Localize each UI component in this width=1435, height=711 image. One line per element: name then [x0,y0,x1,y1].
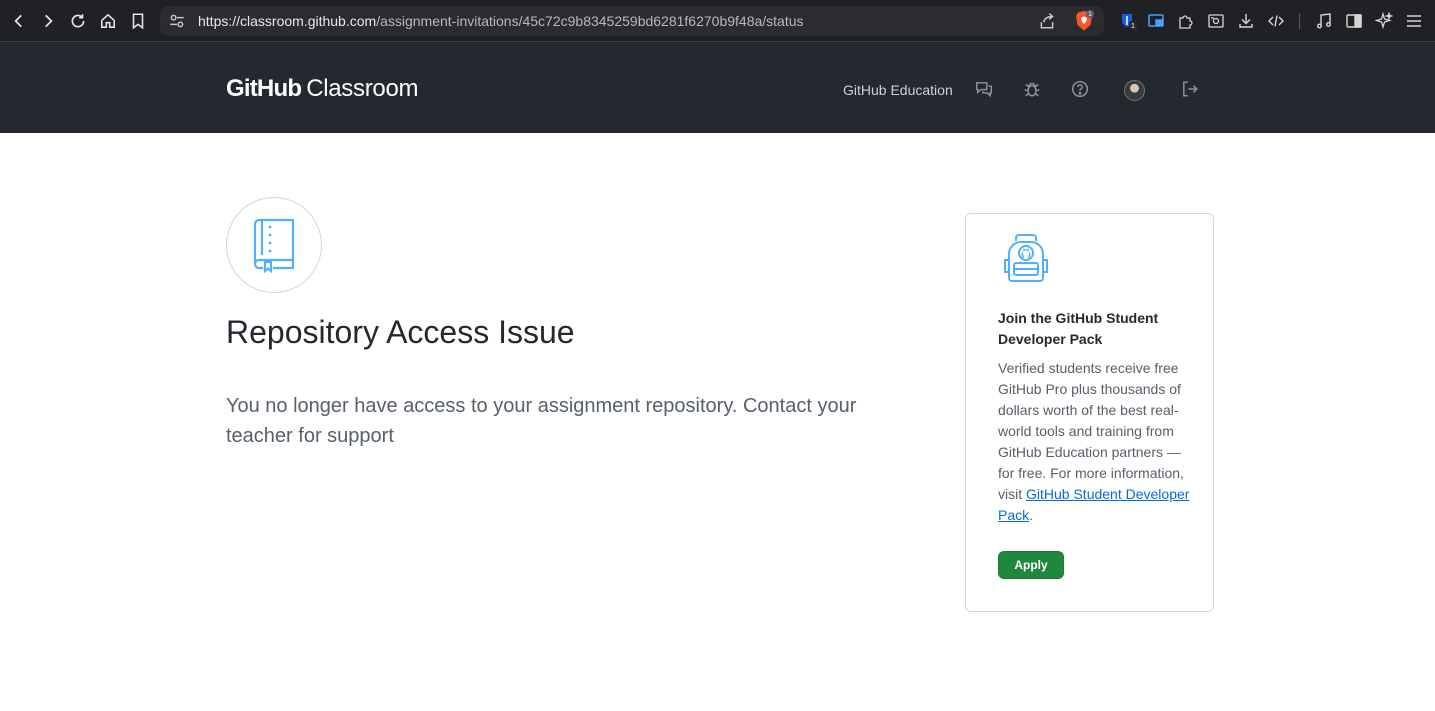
leo-ai-icon[interactable] [1373,10,1395,32]
bookmark-icon[interactable] [125,8,151,34]
url-host: https://classroom.github.com [198,13,377,29]
url-text[interactable]: https://classroom.github.com/assignment-… [198,13,804,29]
picture-in-picture-icon[interactable] [1145,10,1167,32]
logo-github-text: GitHub [226,75,302,102]
card-title: Join the GitHub Student Developer Pack [998,310,1159,347]
student-pack-card: Join the GitHub Student Developer Pack V… [965,213,1214,612]
address-bar[interactable]: https://classroom.github.com/assignment-… [160,6,1104,36]
media-controls-icon[interactable] [1313,10,1335,32]
avatar[interactable] [1124,80,1145,101]
menu-icon[interactable] [1403,10,1425,32]
back-icon[interactable] [6,8,32,34]
card-body: Verified students receive free GitHub Pr… [998,358,1190,526]
sign-out-icon[interactable] [1181,80,1199,98]
page-description: You no longer have access to your assign… [226,395,857,447]
screenshot-icon[interactable] [1205,10,1227,32]
extensions-puzzle-icon[interactable] [1175,10,1197,32]
share-icon[interactable] [1038,12,1056,30]
browser-toolbar: https://classroom.github.com/assignment-… [0,0,1435,42]
developer-tools-icon[interactable] [1265,10,1287,32]
card-body-end: . [1029,507,1034,523]
apply-button[interactable]: Apply [998,551,1064,579]
student-pack-link[interactable]: GitHub Student Developer Pack [998,486,1189,523]
brave-shield-icon[interactable]: 1 [1074,10,1094,32]
sidebar-toggle-icon[interactable] [1343,10,1365,32]
logo-classroom-text: Classroom [306,75,419,102]
help-icon[interactable] [1071,80,1089,98]
bitwarden-extension-icon[interactable]: 1 [1117,10,1139,32]
toolbar-divider [1299,13,1300,29]
extension-badge: 1 [1131,23,1135,30]
feedback-icon[interactable] [975,80,993,98]
site-settings-icon[interactable] [168,12,186,30]
bug-icon[interactable] [1023,80,1041,98]
forward-icon[interactable] [35,8,61,34]
github-education-link[interactable]: GitHub Education [843,82,953,98]
home-icon[interactable] [95,8,121,34]
card-body-text: Verified students receive free GitHub Pr… [998,360,1184,502]
site-header: GitHub Classroom GitHub Education [0,42,1435,133]
backpack-icon [1004,234,1048,282]
github-classroom-logo[interactable]: GitHub Classroom [226,75,418,103]
repository-book-icon [253,218,295,273]
url-path: /assignment-invitations/45c72c9b8345259b… [376,13,804,29]
download-icon[interactable] [1235,10,1257,32]
reload-icon[interactable] [65,8,91,34]
page-title: Repository Access Issue [226,314,575,350]
repository-icon-circle [226,197,322,293]
